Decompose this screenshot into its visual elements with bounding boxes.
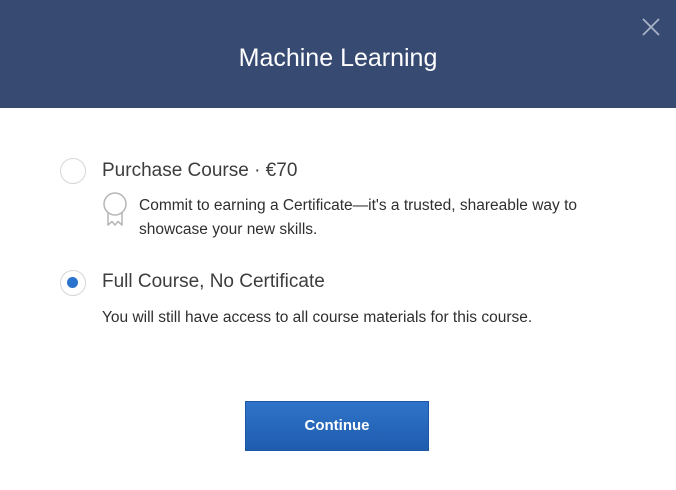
certificate-icon: [102, 192, 128, 228]
purchase-course-label[interactable]: Purchase Course · €70: [102, 159, 297, 183]
modal-header: Machine Learning: [0, 0, 676, 108]
modal-title: Machine Learning: [238, 44, 438, 72]
full-course-radio[interactable]: [60, 270, 86, 296]
enroll-modal: Machine Learning Purchase Course · €70 C…: [0, 0, 676, 490]
close-icon[interactable]: [640, 16, 662, 38]
purchase-course-description: Commit to earning a Certificate—it's a t…: [139, 197, 578, 238]
full-course-label[interactable]: Full Course, No Certificate: [102, 270, 325, 294]
purchase-course-radio[interactable]: [60, 158, 86, 184]
full-course-description: You will still have access to all course…: [102, 309, 533, 326]
continue-button[interactable]: Continue: [245, 401, 429, 451]
